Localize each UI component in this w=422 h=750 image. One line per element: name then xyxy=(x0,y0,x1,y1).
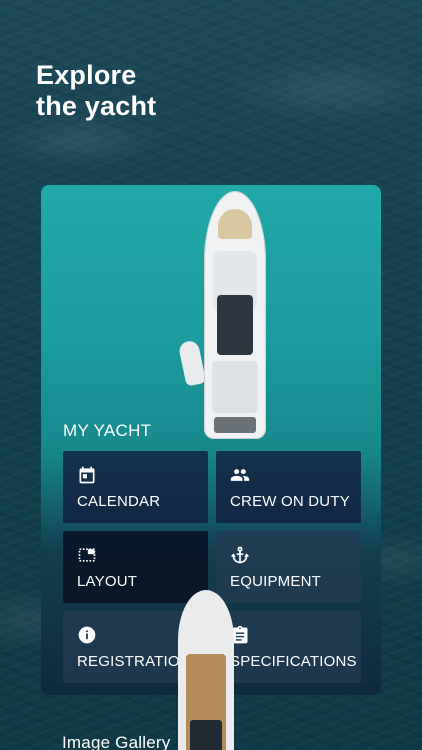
page-title-line-1: Explore xyxy=(36,60,137,90)
layout-icon xyxy=(77,545,97,565)
page-title-line-2: the yacht xyxy=(36,91,157,121)
info-icon xyxy=(77,625,97,645)
image-gallery-heading[interactable]: Image Gallery xyxy=(62,733,170,750)
gallery-yacht-image xyxy=(178,590,234,750)
crew-on-duty-button[interactable]: CREW ON DUTY xyxy=(216,451,361,523)
layout-label: LAYOUT xyxy=(77,573,138,590)
equipment-button[interactable]: EQUIPMENT xyxy=(216,531,361,603)
calendar-icon xyxy=(77,465,97,485)
specifications-label: SPECIFICATIONS xyxy=(230,653,357,670)
calendar-button[interactable]: CALENDAR xyxy=(63,451,208,523)
people-icon xyxy=(230,465,250,485)
registration-label: REGISTRATION xyxy=(77,653,191,670)
calendar-label: CALENDAR xyxy=(77,493,161,510)
my-yacht-label: MY YACHT xyxy=(63,421,152,440)
equipment-label: EQUIPMENT xyxy=(230,573,321,590)
specifications-button[interactable]: SPECIFICATIONS xyxy=(216,611,361,683)
page-title: Explore the yacht xyxy=(36,60,156,122)
anchor-icon xyxy=(230,545,250,565)
tender-boat-image xyxy=(177,339,207,387)
crew-on-duty-label: CREW ON DUTY xyxy=(230,493,350,510)
yacht-image xyxy=(204,191,266,439)
